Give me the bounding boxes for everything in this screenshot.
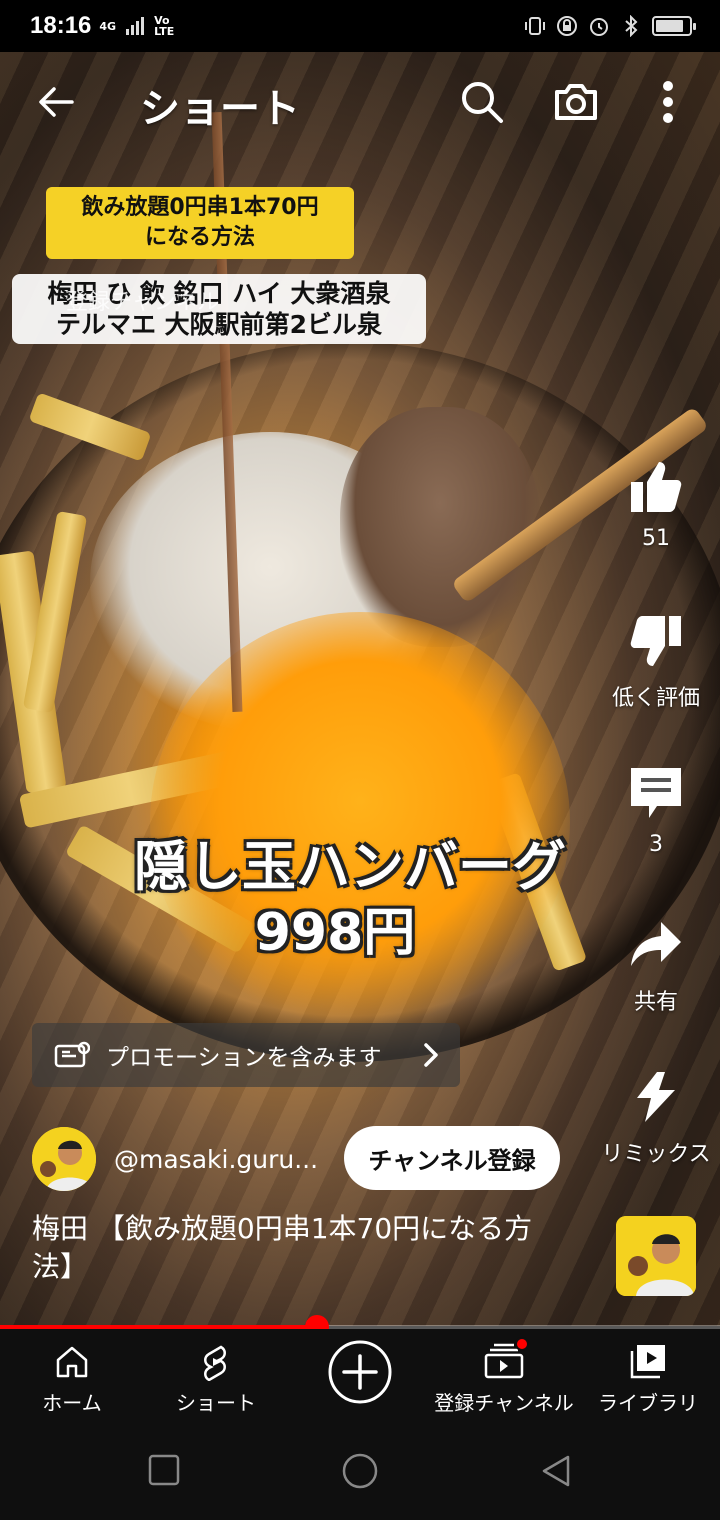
video-patty xyxy=(340,407,540,647)
search-button[interactable] xyxy=(458,78,506,126)
bluetooth-icon xyxy=(625,15,638,37)
more-options-button[interactable] xyxy=(648,78,688,126)
back-button[interactable] xyxy=(34,80,78,124)
like-count: 51 xyxy=(642,526,670,551)
dislike-button[interactable]: 低く評価 xyxy=(596,612,716,712)
camera-icon xyxy=(555,84,597,120)
notification-dot xyxy=(515,1337,529,1351)
rotation-lock-icon xyxy=(557,16,577,36)
caption-yellow-line: 飲み放題0円串1本70円 xyxy=(81,195,319,220)
create-icon xyxy=(328,1340,392,1404)
nav-library[interactable]: ライブラリ xyxy=(576,1329,720,1422)
share-label: 共有 xyxy=(633,990,678,1015)
video-title[interactable]: 梅田 【飲み放題0円串1本70円になる方法】 xyxy=(32,1210,572,1286)
channel-handle[interactable]: @masaki.guru... xyxy=(114,1145,318,1174)
nav-shorts[interactable]: ショート xyxy=(144,1329,288,1422)
promotion-icon xyxy=(54,1041,90,1068)
comment-icon xyxy=(631,768,681,818)
dislike-label: 低く評価 xyxy=(611,686,700,711)
network-indicator: 4G xyxy=(99,21,116,32)
caption-yellow: 飲み放題0円串1本70円 になる方法 xyxy=(46,187,354,259)
chevron-right-icon xyxy=(424,1043,438,1067)
promotion-label: プロモーションを含みます xyxy=(106,1045,382,1071)
nav-shorts-label: ショート xyxy=(176,1391,256,1415)
camera-button[interactable] xyxy=(552,78,600,126)
nav-create[interactable] xyxy=(288,1329,432,1422)
volte-indicator: Vo LTE xyxy=(154,14,175,38)
promotion-chip[interactable]: プロモーションを含みます xyxy=(32,1023,460,1087)
home-system-icon[interactable] xyxy=(341,1452,379,1490)
subscriptions-overlay: 登録チャンネル xyxy=(66,284,219,316)
thumbs-up-icon xyxy=(631,462,682,512)
sound-thumbnail-image xyxy=(616,1216,696,1296)
system-navigation-bar xyxy=(0,1422,720,1520)
status-bar: 18:16 4G Vo LTE xyxy=(0,0,720,52)
more-vert-icon xyxy=(663,81,673,123)
subscriptions-overlay-text: 登録チャンネル xyxy=(66,290,220,315)
status-time: 18:16 xyxy=(30,12,92,39)
library-icon xyxy=(630,1345,665,1379)
signal-icon xyxy=(126,17,145,35)
alarm-icon xyxy=(590,18,608,36)
subscribe-button[interactable]: チャンネル登録 xyxy=(344,1126,560,1190)
share-button[interactable]: 共有 xyxy=(596,916,716,1016)
nav-library-label: ライブラリ xyxy=(598,1391,698,1415)
remix-icon xyxy=(637,1072,675,1122)
thumbs-down-icon xyxy=(630,616,681,666)
network-type: 4G xyxy=(99,19,117,33)
arrow-left-icon xyxy=(39,87,74,117)
avatar-image xyxy=(32,1127,96,1191)
remix-label: リミックス xyxy=(601,1142,711,1167)
channel-avatar[interactable] xyxy=(32,1127,96,1191)
recents-icon[interactable] xyxy=(148,1454,180,1486)
nav-home-label: ホーム xyxy=(42,1391,102,1415)
battery-icon xyxy=(652,16,696,36)
remix-button[interactable]: リミックス xyxy=(596,1068,716,1168)
comments-button[interactable]: 3 xyxy=(596,764,716,857)
overlay-price: 998円 xyxy=(254,903,416,963)
comment-count: 3 xyxy=(649,832,663,857)
vibrate-icon xyxy=(525,17,545,35)
nav-subscriptions[interactable]: 登録チャンネル xyxy=(432,1329,576,1422)
home-icon xyxy=(56,1346,88,1378)
nav-subscriptions-label: 登録チャンネル xyxy=(434,1391,574,1415)
sound-thumbnail[interactable] xyxy=(616,1216,696,1296)
search-icon xyxy=(462,82,503,123)
bottom-navigation: ホーム ショート 登録チャンネル ライブラリ xyxy=(0,1329,720,1422)
like-button[interactable]: 51 xyxy=(596,458,716,551)
back-system-icon[interactable] xyxy=(540,1454,572,1488)
shorts-icon xyxy=(204,1345,226,1381)
nav-home[interactable]: ホーム xyxy=(0,1329,144,1422)
caption-yellow-line: になる方法 xyxy=(144,225,255,250)
share-icon xyxy=(631,922,681,966)
page-title: ショート xyxy=(140,86,300,132)
